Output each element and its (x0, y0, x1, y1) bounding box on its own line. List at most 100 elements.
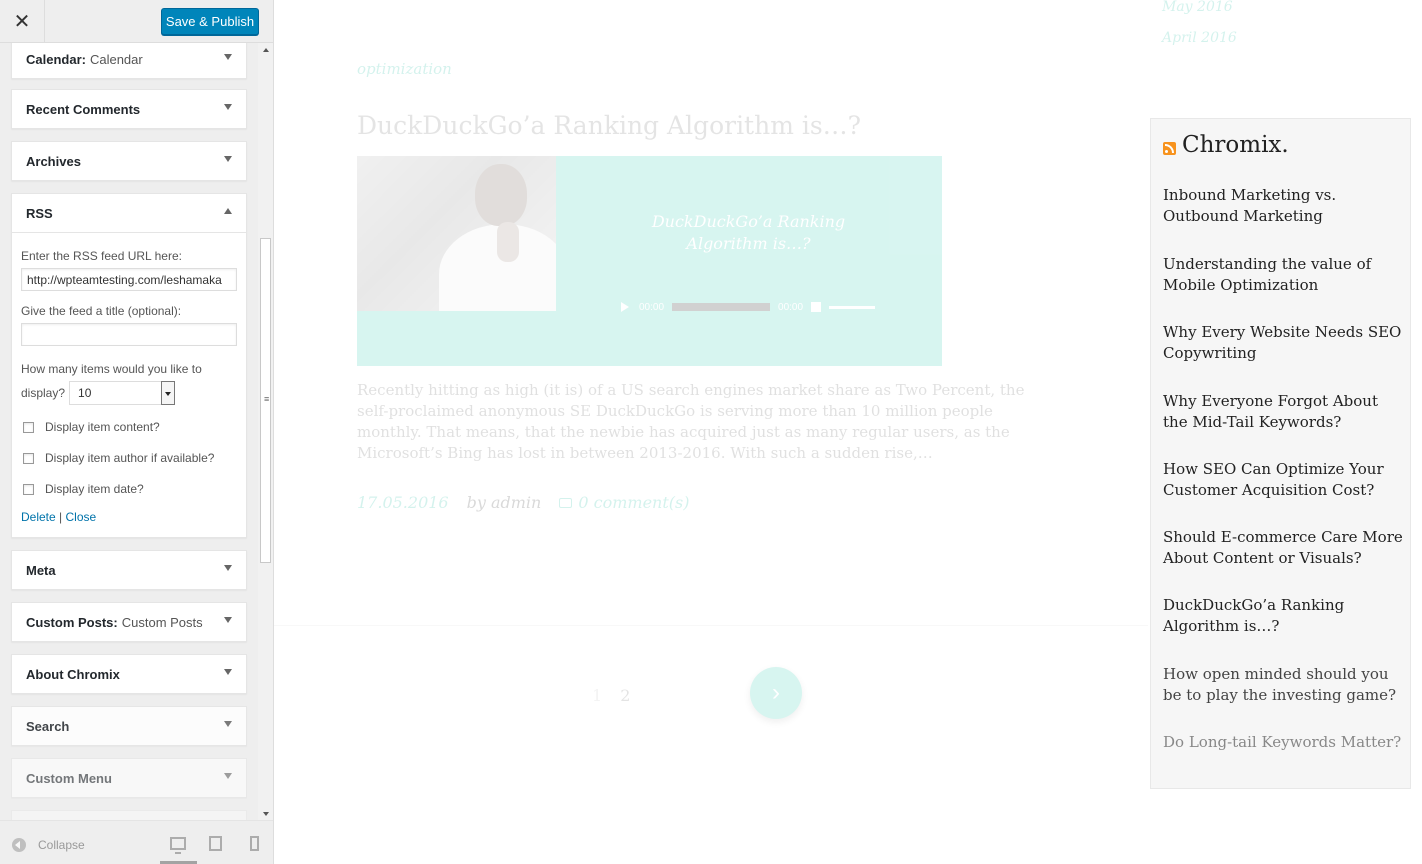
customizer-sidebar: ✕ Save & Publish Calendar: Calendar Rece… (0, 0, 274, 864)
post-title[interactable]: DuckDuckGo’a Ranking Algorithm is…? (357, 111, 861, 140)
option-item-content[interactable]: Display item content? (21, 420, 237, 434)
audio-time-current: 00:00 (639, 301, 665, 313)
customizer-header: ✕ Save & Publish (0, 0, 273, 43)
chevron-down-icon[interactable] (224, 104, 232, 110)
rss-item[interactable]: How SEO Can Optimize Your Customer Acqui… (1163, 459, 1403, 501)
feed-url-input[interactable] (21, 268, 237, 291)
option-item-author[interactable]: Display item author if available? (21, 451, 237, 465)
rss-item[interactable]: Inbound Marketing vs. Outbound Marketing (1163, 185, 1403, 227)
widget-next[interactable] (11, 810, 247, 820)
widget-meta[interactable]: Meta (11, 550, 247, 590)
rss-widget-title-text[interactable]: Chromix. (1182, 132, 1289, 158)
rss-item[interactable]: Understanding the value of Mobile Optimi… (1163, 254, 1403, 296)
widget-header[interactable]: Archives (12, 142, 246, 180)
widget-header[interactable]: Search (12, 707, 246, 745)
play-icon[interactable] (621, 302, 629, 312)
checkbox[interactable] (23, 483, 34, 495)
feed-url-label: Enter the RSS feed URL here: (21, 249, 182, 263)
audio-time-total: 00:00 (778, 301, 804, 313)
widget-subtitle: Calendar (89, 51, 143, 67)
widget-header[interactable]: RSS (12, 194, 246, 232)
chevron-down-icon[interactable] (224, 156, 232, 162)
widget-about[interactable]: About Chromix (11, 654, 247, 694)
chevron-down-icon[interactable] (224, 721, 232, 727)
widget-title: Custom Posts: (26, 614, 118, 630)
option-item-date[interactable]: Display item date? (21, 482, 237, 496)
rss-item[interactable]: DuckDuckGo’a Ranking Algorithm is…? (1163, 595, 1403, 637)
main-content: optimization DuckDuckGo’a Ranking Algori… (274, 0, 1151, 864)
post-comments[interactable]: 0 comment(s) (559, 493, 689, 512)
chevron-down-icon[interactable] (224, 669, 232, 675)
items-count-value: 10 (78, 386, 92, 400)
post-author[interactable]: by admin (467, 493, 542, 512)
rss-widget-title: Chromix. (1163, 132, 1289, 158)
post-media: DuckDuckGo’a Ranking Algorithm is…? 00:0… (357, 156, 942, 366)
close-customizer-button[interactable]: ✕ (0, 0, 45, 43)
widget-calendar[interactable]: Calendar: Calendar (11, 43, 247, 79)
desktop-preview-icon[interactable] (170, 837, 186, 854)
chevron-down-icon[interactable] (224, 617, 232, 623)
rss-icon[interactable] (1163, 141, 1176, 155)
close-link[interactable]: Close (66, 510, 97, 524)
widget-rss[interactable]: RSS Enter the RSS feed URL here: Give th… (11, 193, 247, 538)
dropdown-arrow-icon[interactable] (161, 381, 176, 405)
chevron-down-icon[interactable] (224, 54, 232, 60)
checkbox-label: Display item author if available? (45, 451, 215, 465)
volume-icon[interactable] (811, 302, 822, 312)
widget-header[interactable]: About Chromix (12, 655, 246, 693)
collapse-button[interactable]: Collapse (12, 838, 85, 852)
widget-actions: Delete | Close (21, 510, 237, 524)
page-1: 1 (592, 686, 603, 705)
widget-header (12, 811, 246, 820)
site-preview: May 2016 April 2016 optimization DuckDuc… (274, 0, 1422, 864)
chevron-down-icon[interactable] (224, 773, 232, 779)
widget-header[interactable]: Custom Menu (12, 759, 246, 797)
rss-widget-preview: Chromix. Inbound Marketing vs. Outbound … (1148, 116, 1413, 791)
rss-item[interactable]: How open minded should you be to play th… (1163, 664, 1403, 706)
rss-item[interactable]: Do Long-tail Keywords Matter? (1163, 732, 1403, 753)
page-2[interactable]: 2 (620, 686, 630, 705)
delete-link[interactable]: Delete (21, 510, 56, 524)
checkbox[interactable] (23, 452, 34, 464)
scroll-thumb[interactable]: ≡ (260, 238, 271, 563)
items-count-select[interactable]: 10 (69, 381, 176, 405)
rss-item[interactable]: Why Every Website Needs SEO Copywriting (1163, 322, 1403, 364)
audio-player[interactable]: 00:00 00:00 (621, 299, 879, 315)
widget-archives[interactable]: Archives (11, 141, 247, 181)
scroll-down-icon[interactable] (263, 812, 269, 816)
widget-search[interactable]: Search (11, 706, 247, 746)
post-category[interactable]: optimization (357, 60, 452, 78)
widget-recent-comments[interactable]: Recent Comments (11, 89, 247, 129)
mobile-preview-icon[interactable] (250, 836, 259, 851)
rss-item[interactable]: Why Everyone Forgot About the Mid-Tail K… (1163, 391, 1403, 433)
widget-header[interactable]: Meta (12, 551, 246, 589)
chevron-up-icon[interactable] (224, 208, 232, 214)
chevron-down-icon[interactable] (224, 565, 232, 571)
comment-count: 0 comment(s) (578, 493, 690, 512)
items-count-label: How many items would you like to (21, 362, 202, 376)
tablet-preview-icon[interactable] (209, 836, 222, 851)
widget-subtitle: Custom Posts (121, 614, 203, 630)
audio-progress-track[interactable] (672, 303, 771, 311)
checkbox-label: Display item date? (45, 482, 144, 496)
archives-list: May 2016 April 2016 (1162, 0, 1237, 54)
widget-title: Archives (26, 153, 81, 169)
scroll-up-icon[interactable] (263, 48, 269, 52)
widget-header[interactable]: Recent Comments (12, 90, 246, 128)
feed-title-input[interactable] (21, 323, 237, 346)
collapse-label: Collapse (38, 838, 85, 852)
widget-title: Recent Comments (26, 101, 141, 117)
volume-slider[interactable] (829, 305, 876, 309)
widget-header[interactable]: Custom Posts: Custom Posts (12, 603, 246, 641)
widget-scrollbar[interactable]: ≡ (258, 43, 273, 820)
next-page-button[interactable]: › (750, 667, 802, 719)
archive-link[interactable]: May 2016 (1162, 0, 1237, 23)
post-date[interactable]: 17.05.2016 (357, 493, 449, 512)
archive-link[interactable]: April 2016 (1162, 23, 1237, 54)
rss-item[interactable]: Should E-commerce Care More About Conten… (1163, 527, 1403, 569)
widget-custom-posts[interactable]: Custom Posts: Custom Posts (11, 602, 247, 642)
save-publish-button[interactable]: Save & Publish (161, 8, 259, 35)
widget-custom-menu[interactable]: Custom Menu (11, 758, 247, 798)
checkbox[interactable] (23, 421, 34, 433)
widget-header[interactable]: Calendar: Calendar (12, 43, 246, 78)
